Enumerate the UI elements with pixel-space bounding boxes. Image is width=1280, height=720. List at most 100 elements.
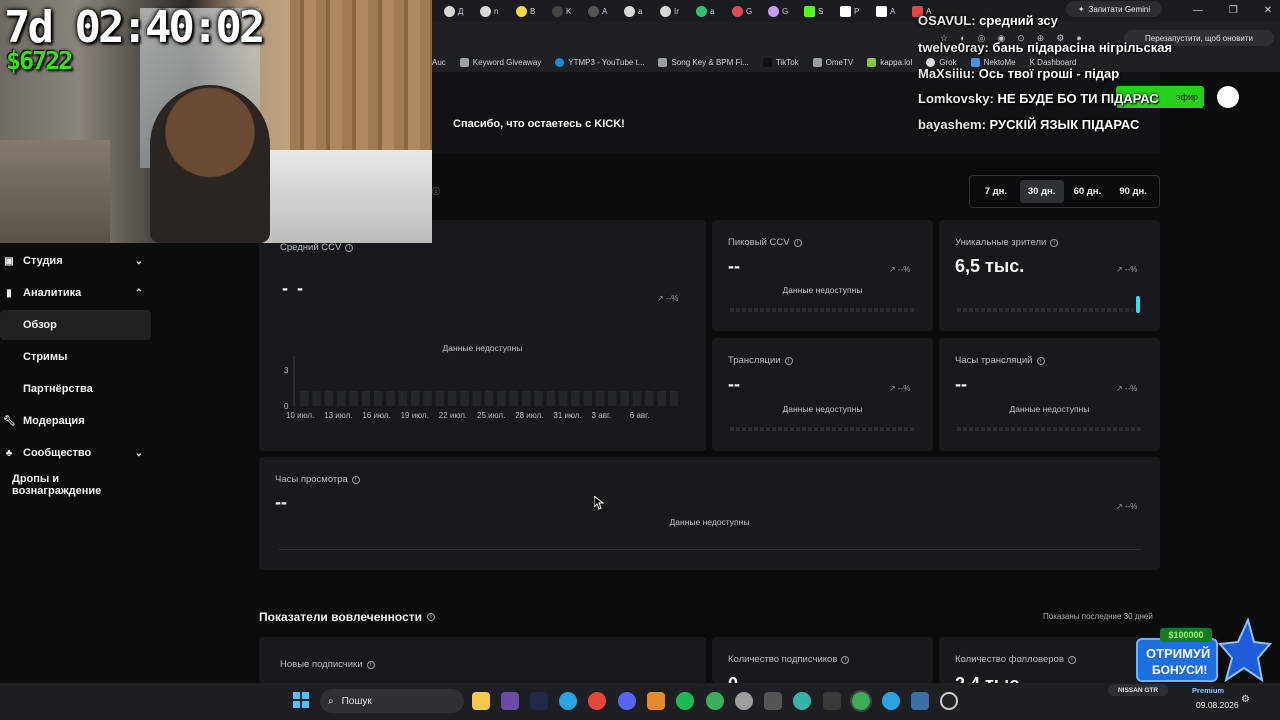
chrome-icon[interactable] xyxy=(850,690,872,712)
gemini-label: Запитати Gemini xyxy=(1088,4,1151,14)
browser-tab[interactable]: Д xyxy=(444,2,476,20)
x-tick-label: 31 июл. xyxy=(553,411,581,420)
app-icon[interactable] xyxy=(764,692,782,710)
tab-label: K xyxy=(566,6,572,16)
info-icon[interactable]: i xyxy=(841,655,850,664)
bookmark[interactable]: Keyword Giveaway xyxy=(459,57,541,67)
chart-x-labels: 10 июл. 13 июл. 16 июл. 19 июл. 22 июл. 25 ию… xyxy=(286,411,649,420)
unique-viewers-title: Уникальные зрители i xyxy=(955,237,1059,248)
browser-tab[interactable]: G xyxy=(768,2,800,20)
bookmark[interactable]: Song Key & BPM Fi... xyxy=(658,57,749,67)
sidebar-item-community[interactable]: ♣ Сообщество ⌄ xyxy=(0,438,151,468)
spotify-icon[interactable] xyxy=(676,692,694,710)
bookmark[interactable]: OmeTV xyxy=(812,57,853,67)
info-icon[interactable]: i xyxy=(784,356,793,365)
wrench-icon: 🔧︎ xyxy=(3,415,16,427)
gemini-button[interactable]: ✦ Запитати Gemini xyxy=(1066,1,1162,17)
y-tick-label: 0 xyxy=(284,402,289,411)
app-icon[interactable] xyxy=(793,692,811,710)
info-icon[interactable]: i xyxy=(351,475,360,484)
browser-tab[interactable]: A xyxy=(876,2,908,20)
gear-icon[interactable]: ⚙ xyxy=(1241,694,1250,705)
info-icon[interactable]: i xyxy=(1050,238,1059,247)
chevron-down-icon: ⌄ xyxy=(134,255,143,267)
tab-label: Д xyxy=(458,6,464,16)
chart-bar-placeholder xyxy=(534,391,543,406)
banner-text: Спасибо, что остаетесь с KICK! xyxy=(453,118,625,130)
browser-tab[interactable]: P xyxy=(840,2,872,20)
peak-ccv-value: -- xyxy=(728,256,740,276)
bookmark[interactable]: Auc xyxy=(432,58,446,67)
discord-icon[interactable] xyxy=(618,692,636,710)
chrome-icon[interactable] xyxy=(706,692,724,710)
tab-label: S xyxy=(818,6,824,16)
chart-bar-placeholder xyxy=(337,391,346,406)
sidebar-item-drops[interactable]: Дропы и вознаграждение xyxy=(0,470,151,500)
bookmark[interactable]: kappa.lol xyxy=(867,57,912,67)
windows-start-icon[interactable] xyxy=(293,692,309,708)
browser-tab[interactable]: K xyxy=(552,2,584,20)
bookmark-label: TikTok xyxy=(775,57,799,67)
sidebar-item-label: Студия xyxy=(23,255,63,267)
browser-tab[interactable]: B xyxy=(516,2,548,20)
period-7d[interactable]: 7 дн. xyxy=(974,180,1018,203)
info-icon[interactable]: i xyxy=(345,243,354,252)
browser-tab[interactable]: S xyxy=(804,2,836,20)
period-30d[interactable]: 30 дн. xyxy=(1019,180,1064,203)
info-icon[interactable]: i xyxy=(1036,356,1045,365)
promo-line1: ОТРИМУЙ xyxy=(1146,646,1211,661)
taskbar-search[interactable]: ⌕ Пошук xyxy=(320,689,464,713)
webcam-bed xyxy=(250,150,432,243)
tab-favicon-icon xyxy=(660,5,671,17)
chat-username: bayashem: xyxy=(918,117,986,132)
sidebar-item-analytics[interactable]: ▮ Аналитика ⌃ xyxy=(0,278,151,308)
tab-favicon-icon xyxy=(840,5,851,17)
avatar[interactable] xyxy=(1217,86,1239,108)
browser-tab[interactable]: a xyxy=(696,2,728,20)
telegram-icon[interactable] xyxy=(559,692,577,710)
minimize-icon[interactable]: — xyxy=(1193,5,1203,16)
sidebar-item-moderation[interactable]: 🔧︎ Модерация xyxy=(0,406,151,436)
browser-tab[interactable]: G xyxy=(732,2,764,20)
x-tick-label: 19 июл. xyxy=(401,411,429,420)
info-icon[interactable]: i xyxy=(427,613,435,621)
new-subs-title: Новые подписчики i xyxy=(280,659,375,670)
chart-bar-placeholder xyxy=(460,391,469,406)
media-player-icon[interactable] xyxy=(940,692,958,710)
bookmark[interactable]: YTMP3 - YouTube t... xyxy=(555,57,644,67)
close-icon[interactable]: ✕ xyxy=(1264,5,1272,16)
chart-bar-placeholder xyxy=(571,391,580,406)
chrome-icon[interactable] xyxy=(588,692,606,710)
browser-tab[interactable]: n xyxy=(480,2,512,20)
browser-tab[interactable]: a xyxy=(624,2,656,20)
app-icon[interactable] xyxy=(501,692,519,710)
app-icon[interactable] xyxy=(647,692,665,710)
info-icon[interactable]: i xyxy=(793,238,802,247)
period-60d[interactable]: 60 дн. xyxy=(1066,180,1110,203)
calculator-icon[interactable] xyxy=(911,692,929,710)
sidebar-item-studio[interactable]: ▣ Студия ⌄ xyxy=(0,246,151,276)
info-icon[interactable]: i xyxy=(1067,655,1076,664)
sidebar-item-partnerships[interactable]: Партнёрства xyxy=(0,374,151,404)
file-explorer-icon[interactable] xyxy=(472,692,490,710)
tab-favicon-icon xyxy=(588,5,599,17)
terminal-icon[interactable] xyxy=(823,692,841,710)
info-icon[interactable]: i xyxy=(366,660,375,669)
maximize-icon[interactable]: ❐ xyxy=(1229,5,1238,16)
stream-hours-nodata: Данные недоступны xyxy=(1009,404,1090,414)
chart-bar-placeholder xyxy=(410,391,420,406)
photoshop-icon[interactable] xyxy=(530,692,548,710)
chat-message: MaXsiiiu: Ось твої гроші - підар xyxy=(918,66,1119,81)
browser-tab[interactable]: Ir xyxy=(660,2,692,20)
telegram-icon[interactable] xyxy=(882,692,900,710)
sidebar-item-streams[interactable]: Стримы xyxy=(0,342,151,372)
browser-tab[interactable]: A xyxy=(588,2,620,20)
sidebar-item-label: Обзор xyxy=(23,319,57,331)
tab-label: G xyxy=(746,6,753,16)
chart-bar-placeholder xyxy=(595,391,605,406)
sidebar-item-overview[interactable]: Обзор xyxy=(0,310,151,340)
chart-bar-placeholder xyxy=(373,391,383,406)
app-icon[interactable] xyxy=(735,692,753,710)
period-90d[interactable]: 90 дн. xyxy=(1111,180,1155,203)
bookmark[interactable]: TikTok xyxy=(762,57,799,67)
